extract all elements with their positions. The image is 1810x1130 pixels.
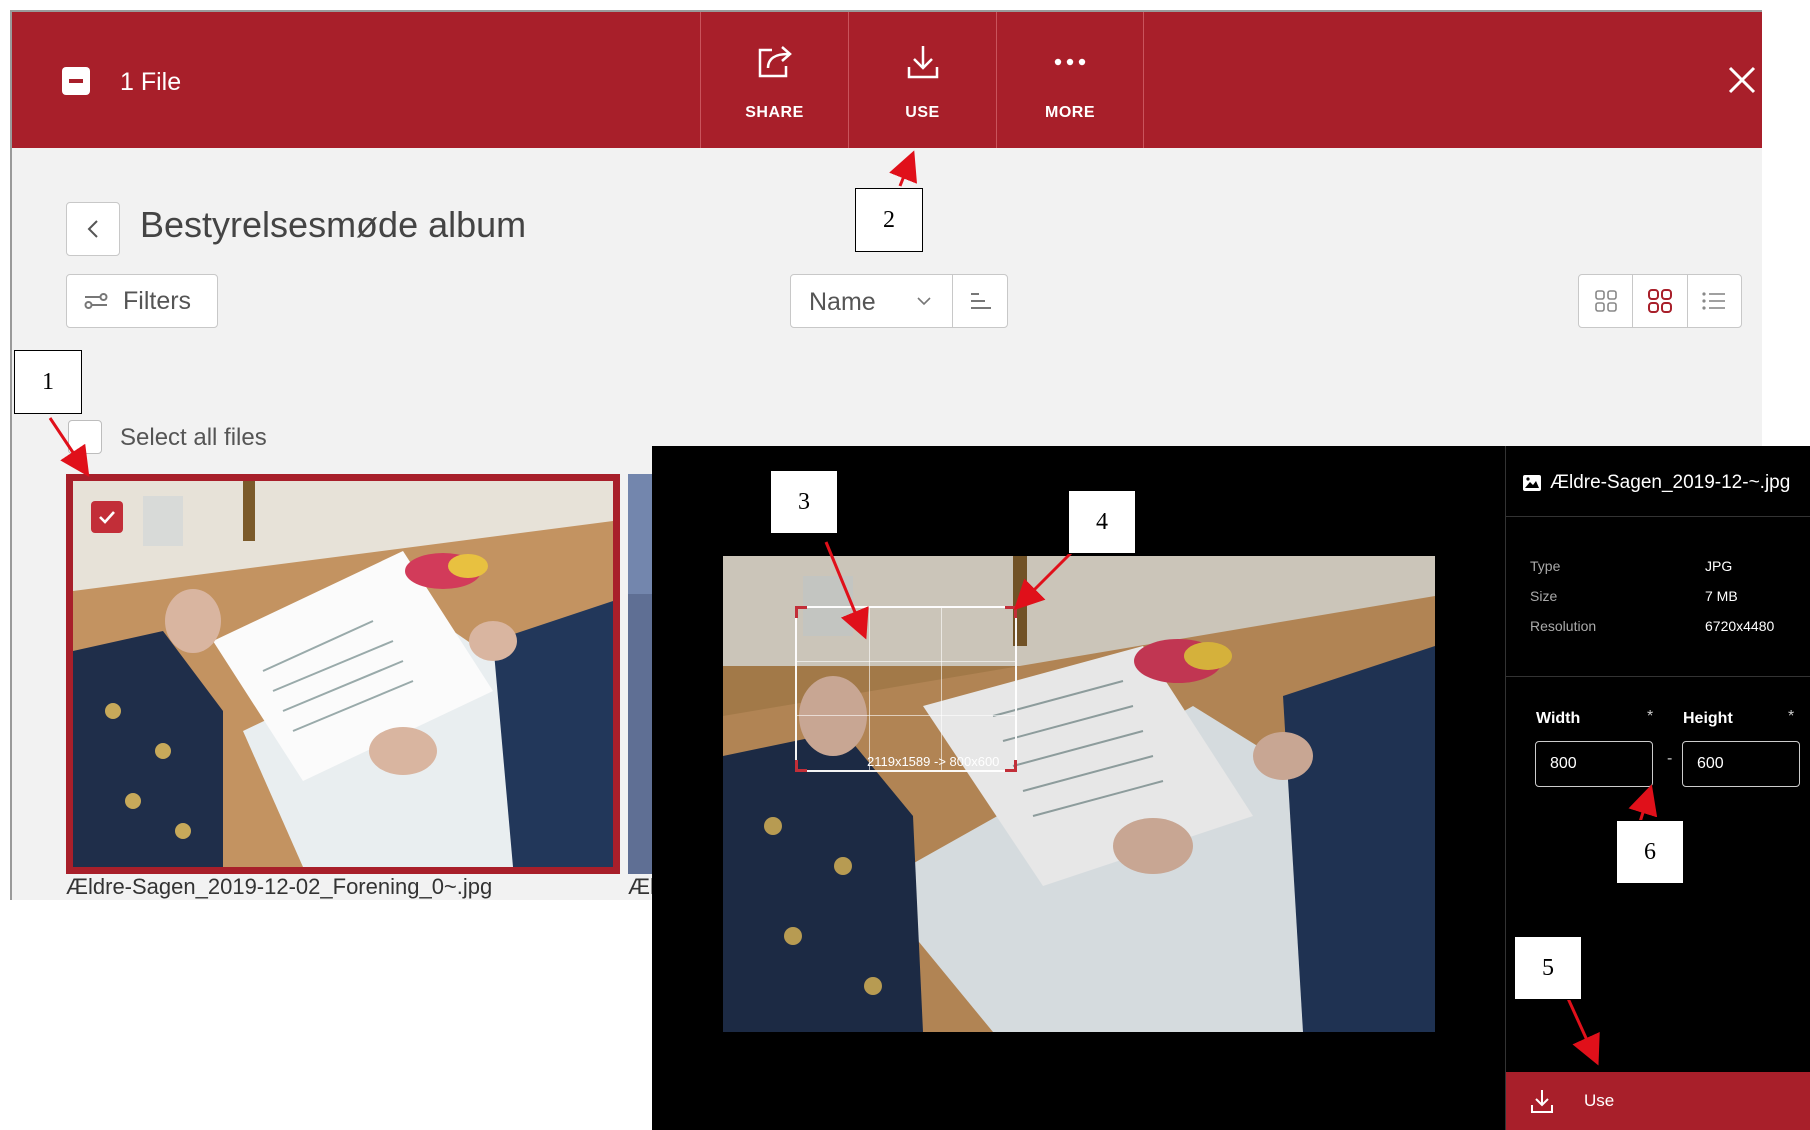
- select-all-label: Select all files: [120, 424, 267, 451]
- divider: [1506, 676, 1810, 677]
- use-button[interactable]: USE: [848, 12, 996, 148]
- share-icon: [754, 40, 796, 84]
- download-icon: [905, 40, 941, 84]
- use-confirm-label: Use: [1584, 1091, 1615, 1110]
- view-list-button[interactable]: [1688, 275, 1741, 327]
- list-icon: [1702, 292, 1726, 310]
- crop-grid-line: [940, 608, 942, 770]
- dimension-separator: -: [1667, 750, 1673, 767]
- crop-grid-line: [797, 661, 1015, 663]
- back-button[interactable]: [66, 202, 120, 256]
- filters-button[interactable]: Filters: [66, 274, 218, 328]
- selection-toolbar: 1 File SHARE USE MORE: [12, 12, 1762, 148]
- grid-icon: [1647, 289, 1672, 313]
- width-input[interactable]: [1535, 741, 1653, 787]
- more-label: MORE: [1045, 104, 1095, 121]
- crop-handle-bottom-right[interactable]: [1005, 760, 1017, 772]
- crop-preview: 2119x1589 -> 800x600: [723, 556, 1435, 1032]
- sort-order-icon: [970, 293, 991, 309]
- close-icon[interactable]: [1722, 60, 1762, 100]
- crop-selection[interactable]: 2119x1589 -> 800x600: [795, 606, 1017, 772]
- meta-key: Type: [1530, 558, 1561, 574]
- deselect-checkbox[interactable]: [62, 67, 90, 95]
- filters-icon: [84, 293, 108, 309]
- height-input[interactable]: [1682, 741, 1800, 787]
- filters-label: Filters: [123, 286, 192, 315]
- file-name[interactable]: Æl: [628, 874, 655, 900]
- crop-grid-line: [868, 608, 870, 770]
- dialog-file-name: Ældre-Sagen_2019-12-~.jpg: [1550, 472, 1791, 493]
- large-grid-icon: [1594, 290, 1617, 312]
- photo-thumbnail: [73, 481, 613, 867]
- crop-handle-top-right[interactable]: [1005, 606, 1017, 618]
- view-large-grid-button[interactable]: [1579, 275, 1634, 327]
- checkmark-icon: [99, 511, 115, 524]
- meta-value: JPG: [1705, 558, 1733, 574]
- select-all-checkbox[interactable]: [68, 420, 102, 454]
- more-icon: [1052, 40, 1088, 84]
- file-name[interactable]: Ældre-Sagen_2019-12-02_Forening_0~.jpg: [66, 874, 492, 900]
- chevron-down-icon: [917, 297, 931, 306]
- meta-key: Size: [1530, 588, 1558, 604]
- crop-size-readout: 2119x1589 -> 800x600: [867, 754, 1000, 769]
- sort-field-value: Name: [809, 288, 876, 316]
- crop-grid-line: [797, 714, 1015, 716]
- file-thumbnail-selected[interactable]: [66, 474, 620, 874]
- share-button[interactable]: SHARE: [700, 12, 848, 148]
- sort-select[interactable]: Name: [790, 274, 1008, 328]
- file-details-panel: Ældre-Sagen_2019-12-~.jpg Type JPG Size …: [1505, 446, 1810, 1130]
- more-button[interactable]: MORE: [996, 12, 1144, 148]
- sort-order-button[interactable]: [952, 275, 1008, 327]
- crop-handle-bottom-left[interactable]: [795, 760, 807, 772]
- selected-file-count: 1 File: [120, 68, 182, 96]
- use-confirm-button[interactable]: Use: [1506, 1072, 1810, 1130]
- share-label: SHARE: [745, 104, 804, 121]
- selected-checkbox[interactable]: [91, 501, 123, 533]
- view-grid-button[interactable]: [1633, 275, 1688, 327]
- divider: [1506, 516, 1810, 517]
- album-title: Bestyrelsesmøde album: [140, 204, 527, 245]
- crop-handle-top-left[interactable]: [795, 606, 807, 618]
- chevron-left-icon: [87, 220, 98, 238]
- dialog-file-header: Ældre-Sagen_2019-12-~.jpg: [1522, 472, 1790, 494]
- view-mode-switch: [1578, 274, 1742, 328]
- meta-value: 7 MB: [1705, 588, 1738, 604]
- use-label: USE: [905, 104, 940, 121]
- meta-value: 6720x4480: [1705, 618, 1775, 634]
- required-mark: *: [1647, 708, 1654, 725]
- use-file-dialog: 2119x1589 -> 800x600 Ældre-Sagen_2019-12…: [652, 446, 1810, 1130]
- width-label: Width: [1536, 710, 1581, 727]
- required-mark: *: [1788, 708, 1795, 725]
- height-label: Height: [1683, 710, 1733, 727]
- meta-key: Resolution: [1530, 618, 1597, 634]
- download-icon: [1531, 1090, 1553, 1113]
- image-icon: [1523, 475, 1541, 491]
